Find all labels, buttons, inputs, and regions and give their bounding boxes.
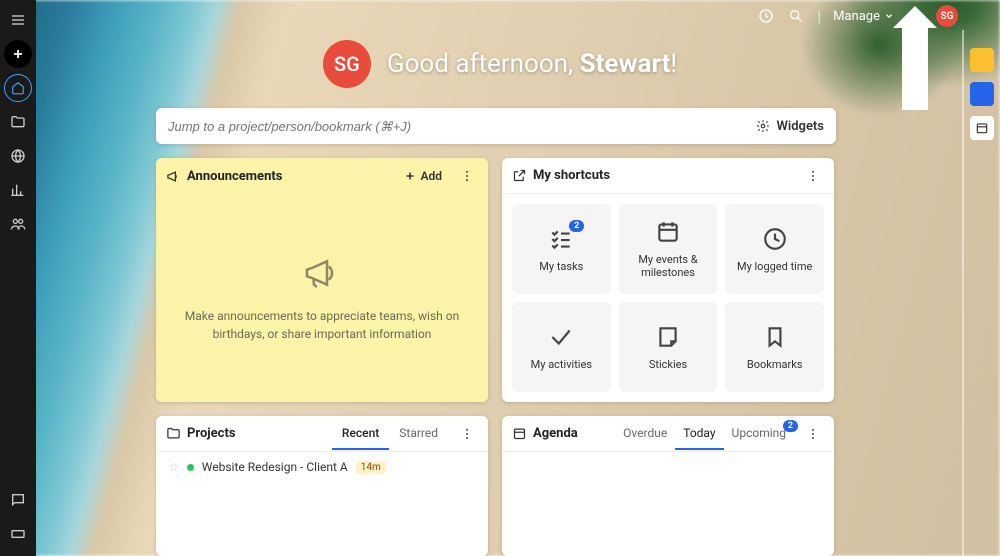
- separator: |: [817, 7, 821, 26]
- jump-bar[interactable]: Widgets: [156, 108, 836, 144]
- add-button[interactable]: [4, 40, 32, 68]
- users-icon[interactable]: [4, 210, 32, 238]
- manage-dropdown[interactable]: Manage: [833, 9, 894, 24]
- top-bar: | Manage SG: [757, 0, 964, 32]
- project-row[interactable]: ☆ Website Redesign - Client A 14m: [156, 452, 488, 482]
- folder-icon[interactable]: [4, 108, 32, 136]
- agenda-more-button[interactable]: [802, 423, 824, 445]
- checklist-icon: 2: [548, 226, 574, 252]
- shortcut-label: My tasks: [535, 260, 587, 273]
- keyboard-icon[interactable]: [4, 520, 32, 548]
- widgets-label: Widgets: [776, 119, 824, 134]
- notes-chip-icon[interactable]: [970, 48, 994, 72]
- plus-icon: [404, 170, 416, 182]
- megaphone-icon: [166, 169, 181, 184]
- calendar-icon: [655, 219, 681, 245]
- clock-icon: [762, 226, 788, 252]
- calendar-icon: [512, 426, 527, 441]
- shortcut-logged-time[interactable]: My logged time: [725, 204, 824, 294]
- timer-icon[interactable]: [757, 7, 775, 25]
- announcements-more-button[interactable]: [456, 165, 478, 187]
- gear-icon: [756, 119, 770, 133]
- tab-today[interactable]: Today: [675, 418, 723, 450]
- shortcuts-more-button[interactable]: [802, 165, 824, 187]
- tutorial-arrow: [902, 24, 928, 110]
- tab-overdue[interactable]: Overdue: [615, 418, 675, 450]
- projects-more-button[interactable]: [456, 423, 478, 445]
- shortcuts-card: My shortcuts 2 My tasks My events & mile…: [502, 158, 834, 402]
- agenda-title: Agenda: [533, 426, 578, 441]
- shortcut-stickies[interactable]: Stickies: [619, 302, 718, 392]
- jump-input[interactable]: [168, 119, 756, 134]
- status-dot: [187, 464, 194, 471]
- left-nav-rail: [0, 0, 36, 556]
- upcoming-badge: 2: [783, 420, 798, 432]
- greeting-text: Good afternoon, Stewart!: [387, 49, 677, 79]
- shortcut-my-tasks[interactable]: 2 My tasks: [512, 204, 611, 294]
- check-icon: [548, 324, 574, 350]
- add-label: Add: [420, 169, 442, 183]
- announcements-empty-text: Make announcements to appreciate teams, …: [176, 307, 468, 343]
- announcements-title: Announcements: [187, 169, 282, 184]
- dashboard-content: Announcements Add Make announcements to …: [156, 158, 836, 556]
- bell-icon[interactable]: [906, 7, 924, 25]
- tab-starred[interactable]: Starred: [389, 418, 448, 450]
- calendar-chip-icon[interactable]: [970, 116, 994, 140]
- chevron-down-icon: [884, 11, 894, 21]
- bookmark-icon: [762, 324, 788, 350]
- greeting-avatar: SG: [323, 40, 371, 88]
- widgets-button[interactable]: Widgets: [756, 119, 824, 134]
- tab-upcoming[interactable]: Upcoming 2: [724, 418, 794, 450]
- note-icon: [655, 324, 681, 350]
- project-time-badge: 14m: [356, 461, 386, 474]
- shortcuts-title: My shortcuts: [533, 168, 610, 183]
- shortcut-label: Bookmarks: [743, 358, 807, 371]
- home-icon[interactable]: [4, 74, 32, 102]
- manage-label: Manage: [833, 9, 880, 24]
- shortcut-events[interactable]: My events & milestones: [619, 204, 718, 294]
- globe-icon[interactable]: [4, 142, 32, 170]
- projects-card: Projects Recent Starred ☆ Website Redesi…: [156, 416, 488, 556]
- shortcut-label: My logged time: [733, 260, 816, 273]
- shortcut-label: My activities: [527, 358, 596, 371]
- bookmarks-chip-icon[interactable]: [970, 82, 994, 106]
- announcements-card: Announcements Add Make announcements to …: [156, 158, 488, 402]
- shortcut-activities[interactable]: My activities: [512, 302, 611, 392]
- project-name: Website Redesign - Client A: [202, 460, 348, 474]
- right-nav-rail: [964, 0, 1000, 556]
- tasks-badge: 2: [569, 220, 584, 232]
- menu-icon[interactable]: [4, 6, 32, 34]
- projects-title: Projects: [187, 426, 236, 441]
- chat-icon[interactable]: [4, 486, 32, 514]
- announcements-empty-state: Make announcements to appreciate teams, …: [156, 194, 488, 402]
- search-icon[interactable]: [787, 7, 805, 25]
- tab-recent[interactable]: Recent: [332, 418, 389, 450]
- agenda-card: Agenda Overdue Today Upcoming 2: [502, 416, 834, 556]
- analytics-icon[interactable]: [4, 176, 32, 204]
- announcements-add-button[interactable]: Add: [398, 165, 448, 187]
- external-link-icon: [512, 168, 527, 183]
- greeting-row: SG Good afternoon, Stewart!: [36, 40, 964, 88]
- megaphone-large-icon: [302, 253, 342, 293]
- shortcut-label: Stickies: [645, 358, 691, 371]
- folder-icon: [166, 426, 181, 441]
- star-outline-icon[interactable]: ☆: [168, 460, 179, 474]
- shortcut-bookmarks[interactable]: Bookmarks: [725, 302, 824, 392]
- avatar[interactable]: SG: [936, 5, 958, 27]
- shortcut-label: My events & milestones: [619, 253, 718, 279]
